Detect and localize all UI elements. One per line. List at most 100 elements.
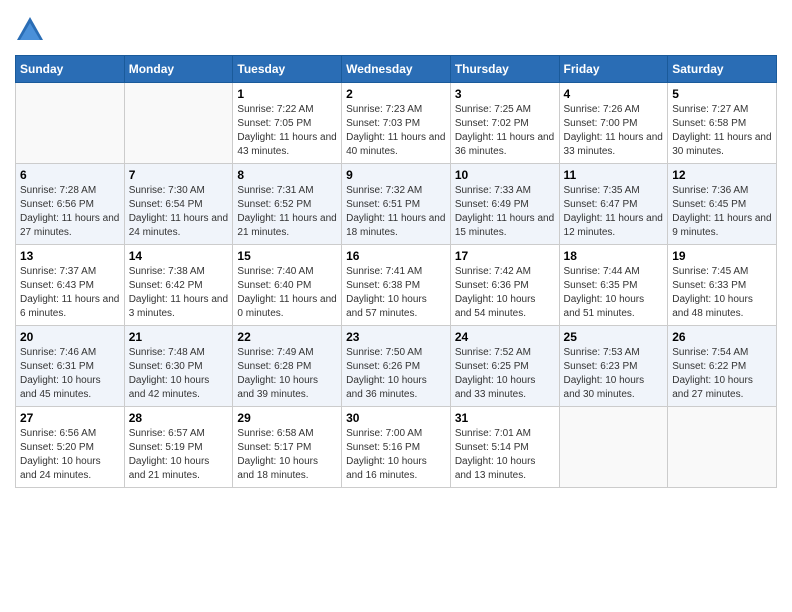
day-number: 19	[672, 249, 772, 263]
weekday-header-row: SundayMondayTuesdayWednesdayThursdayFrid…	[16, 56, 777, 83]
calendar-cell: 12 Sunrise: 7:36 AMSunset: 6:45 PMDayligh…	[668, 164, 777, 245]
day-info: Sunrise: 7:45 AMSunset: 6:33 PMDaylight:…	[672, 265, 772, 321]
day-info: Sunrise: 7:46 AMSunset: 6:31 PMDaylight:…	[20, 346, 120, 402]
day-info: Sunrise: 7:30 AMSunset: 6:54 PMDaylight:…	[129, 184, 229, 240]
calendar-cell: 21 Sunrise: 7:48 AMSunset: 6:30 PMDayligh…	[124, 326, 233, 407]
calendar-cell: 15 Sunrise: 7:40 AMSunset: 6:40 PMDayligh…	[233, 245, 342, 326]
day-number: 12	[672, 168, 772, 182]
calendar-cell: 30Sunrise: 7:00 AMSunset: 5:16 PMDayligh…	[342, 407, 451, 488]
calendar-cell: 27 Sunrise: 6:56 AMSunset: 5:20 PMDayligh…	[16, 407, 125, 488]
day-number: 1	[237, 87, 337, 101]
weekday-header-thursday: Thursday	[450, 56, 559, 83]
day-number: 30	[346, 411, 446, 425]
calendar-cell: 7 Sunrise: 7:30 AMSunset: 6:54 PMDaylight…	[124, 164, 233, 245]
day-info: Sunrise: 7:50 AMSunset: 6:26 PMDaylight:…	[346, 346, 446, 402]
day-info: Sunrise: 7:41 AMSunset: 6:38 PMDaylight:…	[346, 265, 446, 321]
day-number: 22	[237, 330, 337, 344]
calendar-cell: 25 Sunrise: 7:53 AMSunset: 6:23 PMDayligh…	[559, 326, 668, 407]
day-info: Sunrise: 6:58 AMSunset: 5:17 PMDaylight:…	[237, 427, 337, 483]
day-info: Sunrise: 7:52 AMSunset: 6:25 PMDaylight:…	[455, 346, 555, 402]
day-number: 3	[455, 87, 555, 101]
day-info: Sunrise: 7:28 AMSunset: 6:56 PMDaylight:…	[20, 184, 120, 240]
day-info: Sunrise: 7:23 AMSunset: 7:03 PMDaylight:…	[346, 103, 446, 159]
calendar-cell: 16Sunrise: 7:41 AMSunset: 6:38 PMDayligh…	[342, 245, 451, 326]
day-number: 11	[564, 168, 664, 182]
calendar-cell	[668, 407, 777, 488]
day-info: Sunrise: 7:54 AMSunset: 6:22 PMDaylight:…	[672, 346, 772, 402]
day-number: 4	[564, 87, 664, 101]
calendar-week-row: 6 Sunrise: 7:28 AMSunset: 6:56 PMDaylight…	[16, 164, 777, 245]
day-info: Sunrise: 7:26 AMSunset: 7:00 PMDaylight:…	[564, 103, 664, 159]
calendar-cell: 31 Sunrise: 7:01 AMSunset: 5:14 PMDayligh…	[450, 407, 559, 488]
day-number: 9	[346, 168, 446, 182]
day-number: 6	[20, 168, 120, 182]
day-info: Sunrise: 7:25 AMSunset: 7:02 PMDaylight:…	[455, 103, 555, 159]
page-header	[15, 15, 777, 45]
calendar-cell	[16, 83, 125, 164]
day-info: Sunrise: 7:38 AMSunset: 6:42 PMDaylight:…	[129, 265, 229, 321]
day-number: 23	[346, 330, 446, 344]
calendar-cell: 14Sunrise: 7:38 AMSunset: 6:42 PMDayligh…	[124, 245, 233, 326]
calendar-cell	[124, 83, 233, 164]
calendar-cell	[559, 407, 668, 488]
day-info: Sunrise: 7:48 AMSunset: 6:30 PMDaylight:…	[129, 346, 229, 402]
calendar-cell: 9 Sunrise: 7:32 AMSunset: 6:51 PMDaylight…	[342, 164, 451, 245]
day-number: 28	[129, 411, 229, 425]
calendar-cell: 5 Sunrise: 7:27 AMSunset: 6:58 PMDaylight…	[668, 83, 777, 164]
calendar-cell: 19 Sunrise: 7:45 AMSunset: 6:33 PMDayligh…	[668, 245, 777, 326]
day-info: Sunrise: 7:01 AMSunset: 5:14 PMDaylight:…	[455, 427, 555, 483]
calendar-cell: 2 Sunrise: 7:23 AMSunset: 7:03 PMDaylight…	[342, 83, 451, 164]
day-info: Sunrise: 7:49 AMSunset: 6:28 PMDaylight:…	[237, 346, 337, 402]
day-info: Sunrise: 7:32 AMSunset: 6:51 PMDaylight:…	[346, 184, 446, 240]
weekday-header-tuesday: Tuesday	[233, 56, 342, 83]
calendar-week-row: 1Sunrise: 7:22 AMSunset: 7:05 PMDaylight…	[16, 83, 777, 164]
calendar-cell: 20 Sunrise: 7:46 AMSunset: 6:31 PMDayligh…	[16, 326, 125, 407]
day-number: 13	[20, 249, 120, 263]
day-info: Sunrise: 7:37 AMSunset: 6:43 PMDaylight:…	[20, 265, 120, 321]
logo-icon	[15, 15, 45, 45]
day-number: 18	[564, 249, 664, 263]
day-info: Sunrise: 7:42 AMSunset: 6:36 PMDaylight:…	[455, 265, 555, 321]
day-number: 20	[20, 330, 120, 344]
weekday-header-monday: Monday	[124, 56, 233, 83]
day-number: 26	[672, 330, 772, 344]
calendar-cell: 10Sunrise: 7:33 AMSunset: 6:49 PMDayligh…	[450, 164, 559, 245]
day-info: Sunrise: 7:33 AMSunset: 6:49 PMDaylight:…	[455, 184, 555, 240]
calendar-cell: 4 Sunrise: 7:26 AMSunset: 7:00 PMDaylight…	[559, 83, 668, 164]
day-info: Sunrise: 7:36 AMSunset: 6:45 PMDaylight:…	[672, 184, 772, 240]
day-number: 27	[20, 411, 120, 425]
calendar-week-row: 13 Sunrise: 7:37 AMSunset: 6:43 PMDayligh…	[16, 245, 777, 326]
day-number: 5	[672, 87, 772, 101]
calendar-cell: 13 Sunrise: 7:37 AMSunset: 6:43 PMDayligh…	[16, 245, 125, 326]
day-number: 2	[346, 87, 446, 101]
day-info: Sunrise: 7:40 AMSunset: 6:40 PMDaylight:…	[237, 265, 337, 321]
weekday-header-wednesday: Wednesday	[342, 56, 451, 83]
day-info: Sunrise: 6:56 AMSunset: 5:20 PMDaylight:…	[20, 427, 120, 483]
day-number: 17	[455, 249, 555, 263]
day-number: 8	[237, 168, 337, 182]
day-info: Sunrise: 7:53 AMSunset: 6:23 PMDaylight:…	[564, 346, 664, 402]
calendar-cell: 28Sunrise: 6:57 AMSunset: 5:19 PMDayligh…	[124, 407, 233, 488]
calendar-cell: 8 Sunrise: 7:31 AMSunset: 6:52 PMDaylight…	[233, 164, 342, 245]
day-number: 29	[237, 411, 337, 425]
calendar-week-row: 27 Sunrise: 6:56 AMSunset: 5:20 PMDayligh…	[16, 407, 777, 488]
day-number: 7	[129, 168, 229, 182]
calendar-week-row: 20 Sunrise: 7:46 AMSunset: 6:31 PMDayligh…	[16, 326, 777, 407]
day-info: Sunrise: 7:27 AMSunset: 6:58 PMDaylight:…	[672, 103, 772, 159]
calendar-cell: 29 Sunrise: 6:58 AMSunset: 5:17 PMDayligh…	[233, 407, 342, 488]
day-info: Sunrise: 7:35 AMSunset: 6:47 PMDaylight:…	[564, 184, 664, 240]
calendar-cell: 24Sunrise: 7:52 AMSunset: 6:25 PMDayligh…	[450, 326, 559, 407]
calendar-cell: 23 Sunrise: 7:50 AMSunset: 6:26 PMDayligh…	[342, 326, 451, 407]
day-info: Sunrise: 7:44 AMSunset: 6:35 PMDaylight:…	[564, 265, 664, 321]
day-info: Sunrise: 7:31 AMSunset: 6:52 PMDaylight:…	[237, 184, 337, 240]
calendar-cell: 1Sunrise: 7:22 AMSunset: 7:05 PMDaylight…	[233, 83, 342, 164]
calendar-cell: 6 Sunrise: 7:28 AMSunset: 6:56 PMDaylight…	[16, 164, 125, 245]
day-number: 15	[237, 249, 337, 263]
day-number: 21	[129, 330, 229, 344]
day-number: 31	[455, 411, 555, 425]
day-number: 25	[564, 330, 664, 344]
weekday-header-friday: Friday	[559, 56, 668, 83]
logo	[15, 15, 49, 45]
calendar-cell: 18 Sunrise: 7:44 AMSunset: 6:35 PMDayligh…	[559, 245, 668, 326]
weekday-header-saturday: Saturday	[668, 56, 777, 83]
